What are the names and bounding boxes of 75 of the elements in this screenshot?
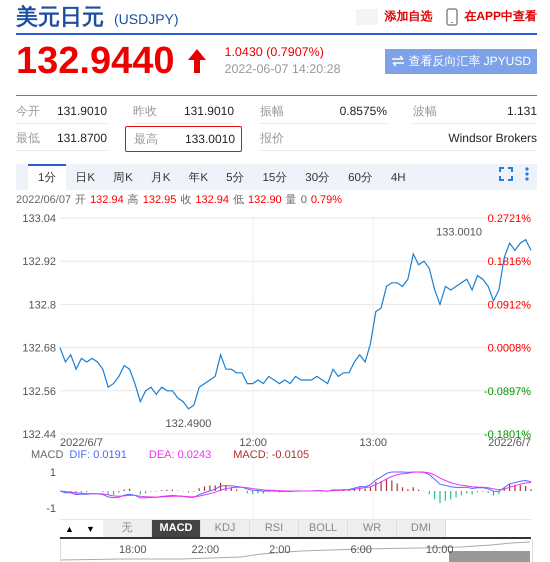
- price-value: 132.9440: [16, 42, 174, 80]
- period-tab[interactable]: 1分: [28, 164, 66, 190]
- y-axis-label: 132.8: [28, 299, 56, 312]
- ohlc-value: 132.95: [142, 193, 176, 207]
- extreme-label: 132.4900: [166, 418, 212, 430]
- stat-label: 今开: [16, 102, 40, 120]
- ohlc-label: 开: [75, 193, 86, 207]
- quote-time: 2022-06-07 14:20:28: [224, 61, 341, 78]
- macd-legend-label: MACD: [31, 449, 64, 462]
- stat-value: 131.9010: [56, 104, 107, 118]
- app-link[interactable]: 在APP中查看: [464, 8, 537, 25]
- stat-value: 0.8575%: [340, 104, 387, 118]
- percent-axis-label: 0.2721%: [488, 213, 531, 225]
- period-tab[interactable]: 15分: [254, 166, 296, 190]
- ohlc-value: 132.90: [248, 193, 282, 207]
- ohlc-date: 2022/06/07: [16, 193, 72, 207]
- stat-value: 131.9010: [184, 104, 234, 118]
- period-tab[interactable]: 日K: [66, 166, 104, 190]
- percent-axis-label: 0.0912%: [488, 299, 531, 312]
- period-tab[interactable]: 周K: [104, 166, 142, 190]
- timeline-label: 18:00: [119, 544, 147, 556]
- ohlc-label: 收: [180, 193, 192, 207]
- timeline-label: 10:00: [426, 544, 454, 556]
- price-change: 1.0430 (0.7907%): [224, 44, 325, 61]
- x-axis-label: 12:00: [239, 437, 267, 449]
- period-tab[interactable]: 60分: [339, 166, 382, 190]
- y-axis-label: 132.68: [22, 342, 56, 355]
- y-axis-label: 132.56: [22, 386, 56, 398]
- add-watchlist-link[interactable]: 添加自选: [384, 8, 432, 25]
- stat-value: Windsor Brokers: [448, 131, 537, 145]
- stat-label: 最低: [16, 130, 40, 146]
- ohlc-change: 0.79%: [310, 193, 342, 207]
- timeline-label: 2:00: [269, 544, 290, 556]
- fullscreen-icon[interactable]: [499, 167, 513, 181]
- swap-icon: [391, 55, 406, 67]
- timeline-label: 22:00: [192, 544, 220, 556]
- y-axis-label: 133.04: [22, 213, 56, 225]
- ohlc-value: 0: [300, 193, 307, 207]
- x-axis-label: 2022/6/7: [488, 437, 531, 449]
- stat-label: 昨收: [133, 102, 157, 120]
- macd-legend-label: MACD: -0.0105: [233, 449, 310, 462]
- x-axis-label: 2022/6/7: [60, 437, 103, 449]
- macd-legend-label: DEA: 0.0243: [148, 449, 212, 462]
- more-icon[interactable]: [525, 167, 529, 181]
- ohlc-label: 量: [286, 193, 297, 207]
- stat-label: 波幅: [413, 102, 437, 120]
- period-tab[interactable]: 年K: [179, 166, 218, 190]
- y-axis-label: 132.44: [22, 429, 56, 441]
- ohlc-label: 高: [128, 193, 139, 207]
- symbol-code: (USDJPY): [114, 10, 179, 26]
- indicator-tab[interactable]: MACD: [152, 520, 201, 537]
- macd-axis-label: 1: [50, 467, 56, 479]
- period-tab[interactable]: 30分: [296, 166, 340, 190]
- stat-label: 最高: [134, 130, 158, 148]
- stat-value: 133.0010: [184, 132, 235, 146]
- period-tab[interactable]: 5分: [217, 166, 254, 190]
- phone-icon: [446, 8, 458, 26]
- page-title: 美元日元: [16, 2, 104, 30]
- extreme-label: 133.0010: [436, 226, 482, 239]
- y-axis-label: 132.92: [22, 256, 56, 268]
- percent-axis-label: 0.0008%: [488, 342, 531, 355]
- stat-value: 131.8700: [56, 131, 107, 145]
- stat-label: 振幅: [260, 102, 284, 120]
- timeline-label: 6:00: [350, 544, 372, 556]
- macd-legend-label: DIF: 0.0191: [69, 449, 127, 462]
- period-tab[interactable]: 月K: [142, 166, 180, 190]
- period-tab[interactable]: 4H: [382, 166, 415, 190]
- ohlc-label: 低: [233, 193, 244, 207]
- percent-axis-label: -0.0897%: [484, 386, 531, 398]
- ohlc-value: 132.94: [90, 193, 124, 207]
- stat-value: 1.131: [506, 104, 537, 118]
- macd-axis-label: -1: [46, 503, 56, 515]
- x-axis-label: 13:00: [359, 437, 387, 449]
- ohlc-value: 132.94: [195, 193, 230, 207]
- stat-label: 报价: [260, 130, 284, 146]
